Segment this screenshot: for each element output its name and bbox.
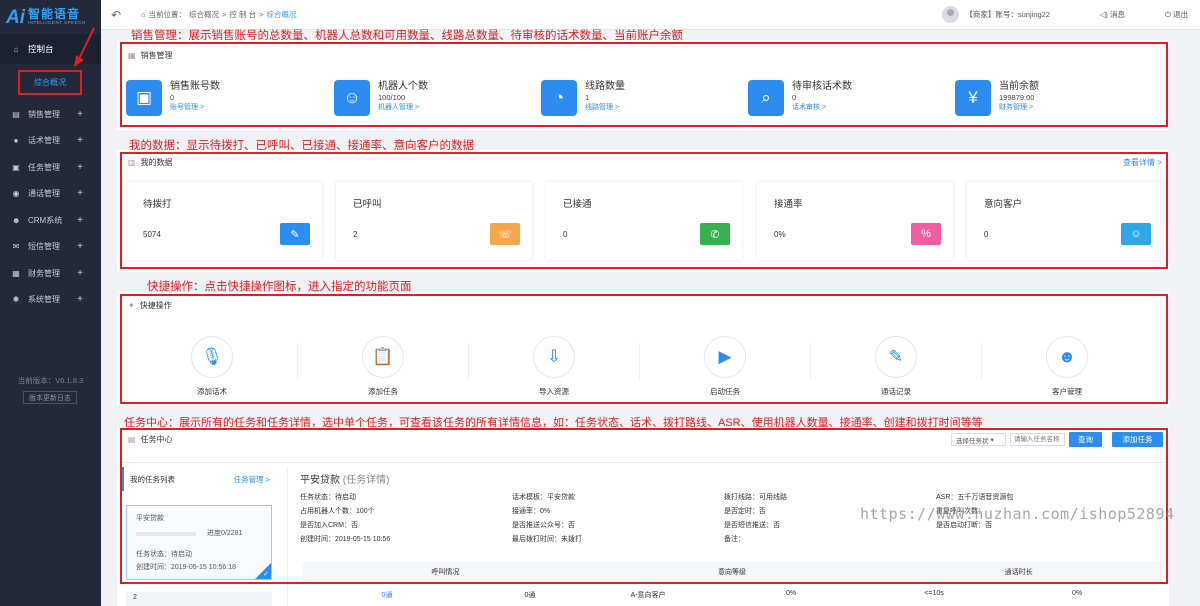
table-row: 0通 0通 A-意向客户 0% <=10s 0% [302,590,1162,606]
nav-script[interactable]: ● 话术管理 + [0,128,101,155]
table-cell: 0% [1071,590,1083,597]
home-icon: ⌂ [13,44,19,54]
mic-icon: ● [13,136,19,146]
user-menu[interactable]: 【商家】账号：sunjing22 [942,6,1050,23]
nav-script-label: 话术管理 [28,136,60,146]
table-cell: 0通 [524,592,536,599]
avatar [942,6,960,23]
expand-icon: + [77,214,83,226]
breadcrumb: ⌂ 当前位置： 综合概况 > 控 制 台 > 综合概况 [141,9,296,20]
breadcrumb-prefix: 当前位置： [148,10,187,19]
cart-icon: ▤ [12,109,20,119]
nav-sms[interactable]: ✉ 短信管理 + [0,234,101,261]
nav-system-label: 系统管理 [28,295,60,305]
annotation-arrow-icon [74,27,95,67]
back-icon[interactable]: ↶ [101,8,131,22]
breadcrumb-item-2[interactable]: 控 制 台 [229,9,256,20]
logout-button[interactable]: ⏻ 退出 [1165,9,1188,20]
nav-finance-label: 财务管理 [28,268,60,278]
breadcrumb-item-1[interactable]: 综合概况 [189,9,219,20]
nav-call-label: 通话管理 [28,189,60,199]
speaker-icon: ◁) [1099,10,1110,19]
topbar: ↶ ⌂ 当前位置： 综合概况 > 控 制 台 > 综合概况 【商家】账号：sunji… [101,0,1200,30]
nav-task[interactable]: ▣ 任务管理 + [0,154,101,181]
table-cell: <=10s [924,590,944,597]
nav-overview[interactable]: 综合概况 [18,70,82,95]
gear-icon: ✱ [12,295,20,305]
nav-sms-label: 短信管理 [28,242,60,252]
expand-icon: + [77,188,83,200]
version-log-button[interactable]: 版本更新日志 [23,391,77,404]
nav-finance[interactable]: ▦ 财务管理 + [0,260,101,287]
nav-crm[interactable]: ☻ CRM系统 + [0,207,101,234]
table-cell: A-意向客户 [630,592,666,599]
expand-icon: + [77,161,83,173]
envelope-icon: ✉ [12,242,20,252]
watermark: https://www.huzhan.com/ishop52894 [860,505,1175,523]
breadcrumb-current: 综合概况 [266,10,297,19]
sidebar: Ai 智能语音 INTELLIGENT SPEECH ⌂ 控制台 综合概况 ▤ 销售… [0,0,101,606]
breadcrumb-separator: > [259,10,264,19]
expand-icon: + [77,241,83,253]
power-icon: ⏻ [1164,10,1173,19]
task-card-index: 2 [133,594,137,601]
nav-system[interactable]: ✱ 系统管理 + [0,287,101,314]
logout-label: 退出 [1173,10,1188,19]
breadcrumb-separator: > [222,10,227,19]
nav-crm-label: CRM系统 [28,215,63,225]
table-cell-link[interactable]: 0通 [302,590,472,606]
messages-label: 消息 [1110,10,1125,19]
phone-icon: ◉ [12,189,20,199]
expand-icon: + [77,135,83,147]
expand-icon: + [77,108,83,120]
breadcrumb-home-icon: ⌂ [141,10,146,19]
nav-task-label: 任务管理 [28,162,60,172]
expand-icon: + [77,267,83,279]
nav-call[interactable]: ◉ 通话管理 + [0,181,101,208]
messages-button[interactable]: ◁) 消息 [1100,9,1125,20]
user-account: 【商家】账号：sunjing22 [965,10,1050,19]
people-icon: ☻ [12,215,21,225]
nav-sales-label: 销售管理 [28,109,60,119]
nav-sales[interactable]: ▤ 销售管理 + [0,101,101,128]
nav-console-label: 控制台 [28,44,54,54]
task-card-2[interactable]: 2 [126,592,272,606]
expand-icon: + [77,294,83,306]
annotation-box-sales [120,42,1168,127]
finance-icon: ▦ [12,268,20,278]
annotation-box-mydata [120,152,1168,269]
version-text: 当前版本：V6.1.8.3 [17,376,84,385]
annotation-box-quick [120,294,1168,404]
table-cell: 0% [785,590,797,597]
clipboard-icon: ▣ [12,162,20,172]
logo-mark: Ai [6,6,25,28]
